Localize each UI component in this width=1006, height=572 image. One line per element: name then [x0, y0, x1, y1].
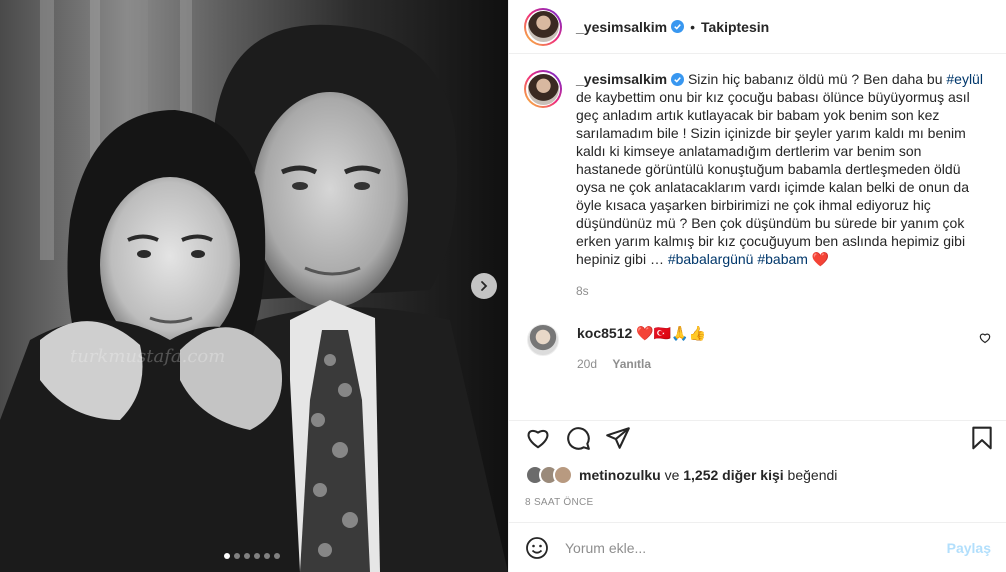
comment-item: koc8512 ❤️🇹🇷🙏👍 20d Yanıtla [524, 324, 991, 373]
hashtag-link[interactable]: #eylül [946, 71, 983, 87]
post-actions: metinozulku ve 1,252 diğer kişi beğendi … [509, 420, 1006, 522]
emoji-icon[interactable] [525, 536, 549, 560]
post-header: _yesimsalkim • Takiptesin [509, 0, 1006, 54]
comment-icon[interactable] [565, 425, 591, 451]
author-username[interactable]: _yesimsalkim [576, 19, 667, 35]
post-caption: _yesimsalkim Sizin hiç babanız öldü mü ?… [524, 70, 991, 300]
comment-age: 20d [577, 357, 598, 371]
image-dot [254, 553, 260, 559]
image-dot [264, 553, 270, 559]
comment-like-icon[interactable] [979, 332, 991, 344]
likes-summary: metinozulku ve 1,252 diğer kişi beğendi [525, 465, 837, 485]
caption-text: Sizin hiç babanız öldü mü ? Ben daha bu [687, 71, 947, 87]
liker-avatar [553, 465, 573, 485]
likes-count-link[interactable]: 1,252 diğer kişi [683, 467, 783, 483]
hashtag-link[interactable]: #babalargünü [668, 251, 754, 267]
post-details-panel: _yesimsalkim • Takiptesin _yesimsalkim S… [508, 0, 1006, 572]
hashtag-link[interactable]: #babam [757, 251, 808, 267]
comment-input[interactable] [565, 539, 925, 556]
post-photo [0, 0, 508, 572]
liker-username[interactable]: metinozulku [579, 467, 661, 483]
post-image: turkmustafa.com [0, 0, 508, 572]
share-icon[interactable] [605, 425, 631, 451]
caption-age: 8s [576, 284, 589, 298]
reply-button[interactable]: Yanıtla [612, 357, 651, 371]
follow-status-button[interactable]: Takiptesin [701, 19, 769, 35]
watermark: turkmustafa.com [70, 346, 226, 367]
caption-username[interactable]: _yesimsalkim [576, 71, 667, 87]
chevron-right-icon [481, 281, 488, 291]
comment-username[interactable]: koc8512 [577, 325, 632, 341]
caption-text: de kaybettim onu bir kız çocuğu babası ö… [576, 89, 970, 267]
author-avatar[interactable] [524, 7, 562, 46]
post-timestamp[interactable]: 8 SAAT ÖNCE [525, 497, 594, 508]
image-indicator [224, 553, 280, 559]
next-image-button[interactable] [471, 273, 497, 299]
likes-suffix: beğendi [787, 467, 838, 483]
image-dot [244, 553, 250, 559]
caption-author-avatar[interactable] [524, 70, 562, 108]
image-dot [224, 553, 230, 559]
image-dot [274, 553, 280, 559]
post-comment-button[interactable]: Paylaş [947, 540, 991, 556]
comment-body: koc8512 ❤️🇹🇷🙏👍 20d Yanıtla [577, 324, 706, 373]
likes-connector: ve [664, 467, 680, 483]
comments-area: _yesimsalkim Sizin hiç babanız öldü mü ?… [509, 54, 1006, 420]
comment-text: ❤️🇹🇷🙏👍 [636, 325, 706, 341]
separator: • [690, 18, 695, 35]
add-comment-bar: Paylaş [509, 522, 1006, 572]
heart-emoji: ❤️ [811, 251, 830, 267]
like-icon[interactable] [525, 425, 551, 451]
caption-body: _yesimsalkim Sizin hiç babanız öldü mü ?… [576, 70, 988, 300]
save-icon[interactable] [969, 425, 995, 451]
verified-badge-icon [671, 20, 685, 33]
image-dot [234, 553, 240, 559]
commenter-avatar[interactable] [527, 324, 559, 356]
verified-badge-icon [671, 73, 685, 86]
